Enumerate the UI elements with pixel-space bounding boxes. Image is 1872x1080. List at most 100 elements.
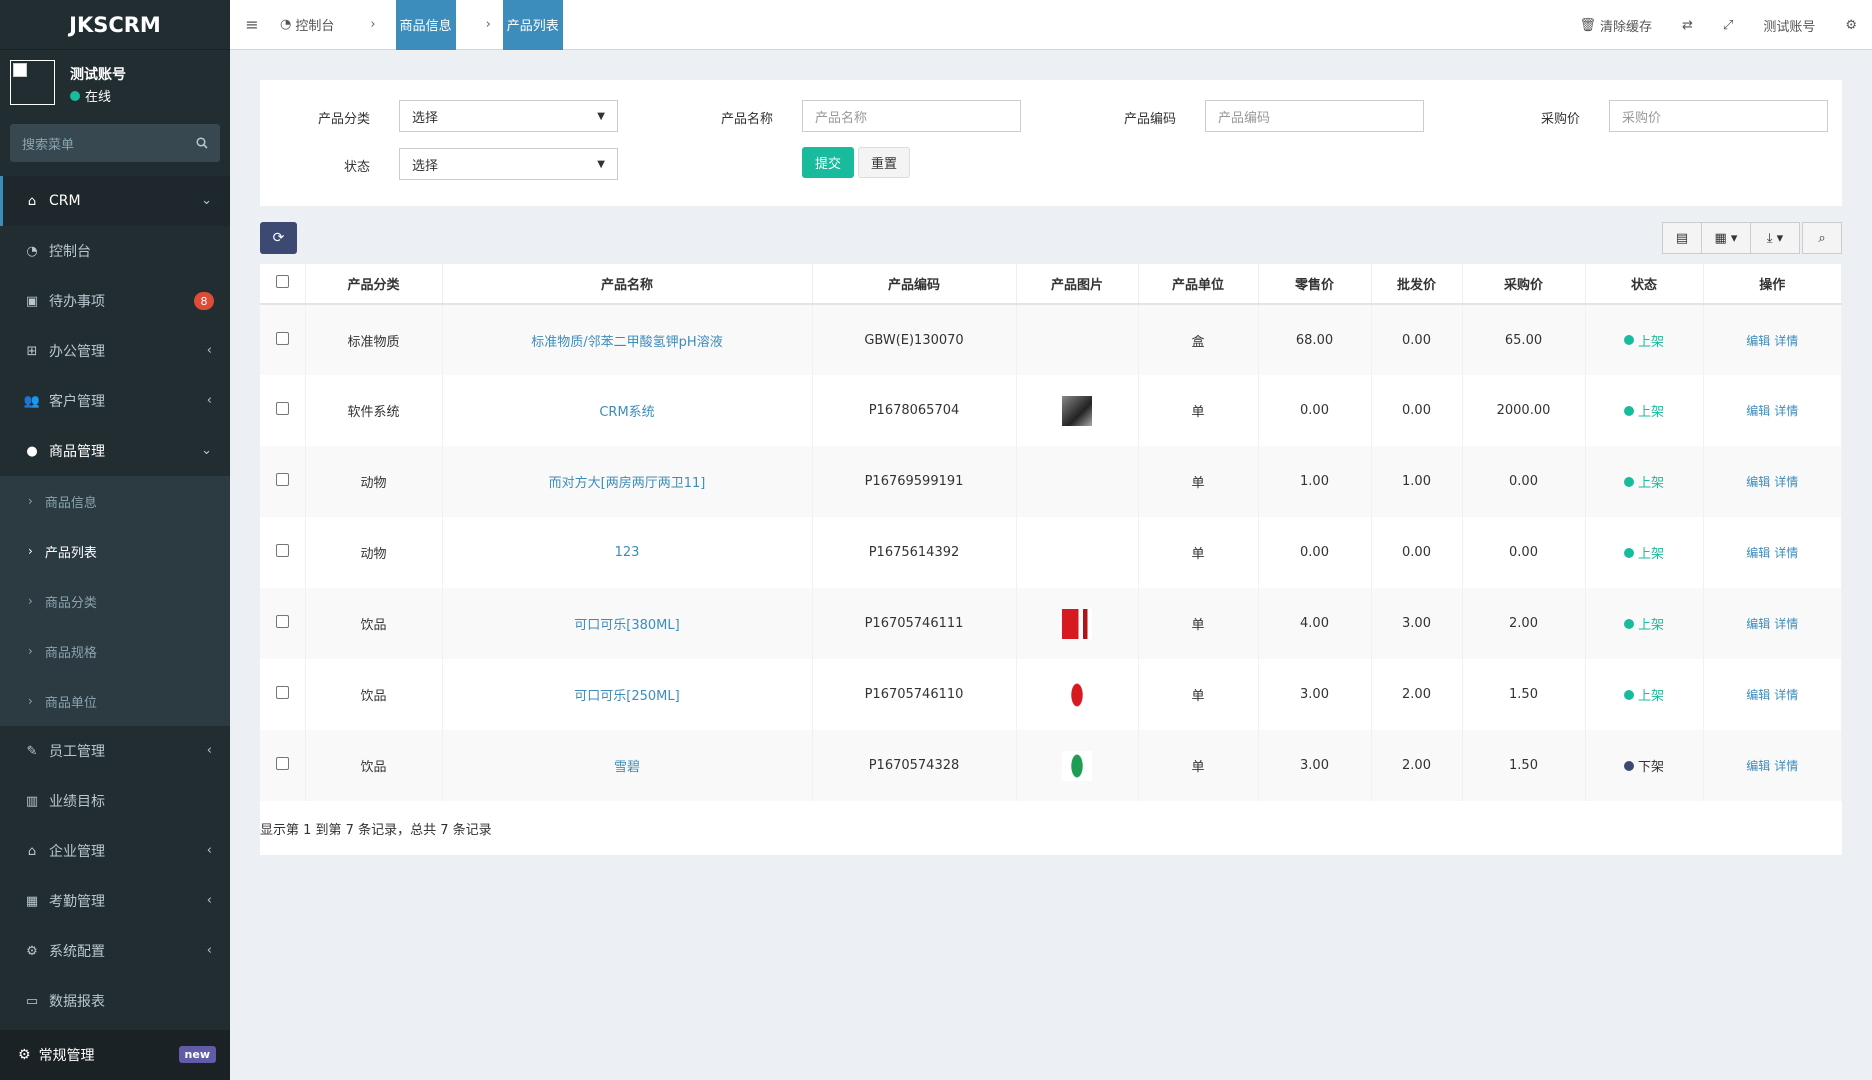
- sidebar-search-placeholder: 搜索菜单: [22, 137, 75, 153]
- sidebar-item-company[interactable]: ⌂ 企业管理 ‹: [0, 826, 230, 876]
- chevron-down-icon: ⌄: [201, 443, 212, 458]
- row-checkbox[interactable]: [275, 331, 289, 345]
- submit-button[interactable]: 提交: [802, 147, 854, 178]
- app-logo[interactable]: JKSCRM: [0, 0, 230, 50]
- cell-image: [1016, 375, 1139, 446]
- cell-status: 上架: [1585, 446, 1704, 517]
- col-header-unit[interactable]: 产品单位: [1138, 264, 1259, 305]
- sidebar-item-customers[interactable]: 👥 客户管理 ‹: [0, 376, 230, 426]
- edit-link[interactable]: 编辑: [1746, 475, 1770, 489]
- product-thumbnail[interactable]: [1062, 679, 1092, 710]
- cell-unit: 单: [1138, 730, 1259, 801]
- product-name-link[interactable]: 雪碧: [614, 760, 640, 775]
- cost-input[interactable]: 采购价: [1609, 100, 1828, 132]
- col-header-image[interactable]: 产品图片: [1016, 264, 1139, 305]
- row-checkbox[interactable]: [275, 615, 289, 628]
- product-thumbnail[interactable]: [1062, 395, 1092, 426]
- product-thumbnail[interactable]: [1062, 750, 1092, 781]
- edit-link[interactable]: 编辑: [1746, 334, 1770, 348]
- product-table: 产品分类 产品名称 产品编码 产品图片 产品单位 零售价 批发价 采购价 状态 …: [260, 264, 1842, 801]
- product-name-link[interactable]: 123: [615, 545, 640, 560]
- toggle-view-button[interactable]: ▤: [1662, 222, 1702, 254]
- tab-label: 产品列表: [506, 19, 559, 34]
- tab-dashboard[interactable]: ◔ 控制台 ›: [274, 0, 396, 50]
- detail-link[interactable]: 详情: [1774, 475, 1798, 489]
- col-header-status[interactable]: 状态: [1585, 264, 1704, 305]
- submenu-item-product-category[interactable]: › 商品分类: [0, 576, 230, 626]
- chevron-right-icon: ›: [370, 17, 376, 32]
- detail-link[interactable]: 详情: [1774, 688, 1798, 702]
- sidebar-item-todo[interactable]: ▣ 待办事项 8: [0, 276, 230, 326]
- edit-link[interactable]: 编辑: [1746, 688, 1770, 702]
- language-button[interactable]: ⇄: [1667, 18, 1708, 33]
- account-menu[interactable]: 测试账号: [1748, 16, 1830, 35]
- select-all-checkbox[interactable]: [275, 275, 289, 288]
- clear-cache-button[interactable]: 🗑 清除缓存: [1564, 16, 1667, 35]
- sidebar-item-reports[interactable]: ▭ 数据报表: [0, 976, 230, 1026]
- row-checkbox[interactable]: [275, 544, 289, 557]
- col-header-code[interactable]: 产品编码: [812, 264, 1017, 305]
- sidebar-item-products[interactable]: ● 商品管理 ⌄: [0, 426, 230, 476]
- user-name: 测试账号: [70, 67, 126, 83]
- edit-link[interactable]: 编辑: [1746, 404, 1770, 418]
- refresh-button[interactable]: ⟳: [260, 222, 297, 254]
- row-checkbox[interactable]: [275, 473, 289, 486]
- category-select[interactable]: 选择 ▼: [399, 100, 618, 132]
- detail-link[interactable]: 详情: [1774, 334, 1798, 348]
- menu-toggle-icon[interactable]: ≡: [230, 15, 274, 34]
- cell-name: CRM系统: [442, 375, 813, 446]
- columns-button[interactable]: ▦ ▾: [1701, 222, 1751, 254]
- product-name-link[interactable]: 标准物质/邻苯二甲酸氢钾pH溶液: [531, 335, 722, 350]
- cell-name: 而对方大[两房两厅两卫11]: [442, 446, 813, 517]
- row-checkbox-cell: [260, 588, 306, 659]
- edit-link[interactable]: 编辑: [1746, 759, 1770, 773]
- col-header-retail[interactable]: 零售价: [1258, 264, 1372, 305]
- submenu-item-product-spec[interactable]: › 商品规格: [0, 626, 230, 676]
- edit-link[interactable]: 编辑: [1746, 617, 1770, 631]
- sidebar-item-dashboard[interactable]: ◔ 控制台: [0, 226, 230, 276]
- reset-button[interactable]: 重置: [858, 147, 910, 178]
- product-name-link[interactable]: 可口可乐[380ML]: [574, 618, 679, 633]
- sidebar-item-targets[interactable]: ▥ 业绩目标: [0, 776, 230, 826]
- detail-link[interactable]: 详情: [1774, 404, 1798, 418]
- product-name-link[interactable]: 可口可乐[250ML]: [574, 689, 679, 704]
- submenu-label: 商品分类: [44, 595, 97, 611]
- status-select[interactable]: 选择 ▼: [399, 148, 618, 180]
- detail-link[interactable]: 详情: [1774, 759, 1798, 773]
- edit-link[interactable]: 编辑: [1746, 546, 1770, 560]
- status-text: 下架: [1637, 760, 1664, 775]
- settings-button[interactable]: ⚙: [1830, 18, 1872, 33]
- export-button[interactable]: ⤓ ▾: [1750, 222, 1800, 254]
- submenu-item-product-info[interactable]: › 商品信息: [0, 476, 230, 526]
- col-header-category[interactable]: 产品分类: [305, 264, 443, 305]
- product-name-link[interactable]: CRM系统: [599, 405, 654, 420]
- sidebar-item-attendance[interactable]: ▦ 考勤管理 ‹: [0, 876, 230, 926]
- tab-product-info[interactable]: 商品信息: [395, 0, 456, 50]
- col-header-cost[interactable]: 采购价: [1462, 264, 1586, 305]
- submenu-item-product-list[interactable]: › 产品列表: [0, 526, 230, 576]
- search-icon[interactable]: [196, 137, 208, 149]
- detail-link[interactable]: 详情: [1774, 546, 1798, 560]
- sidebar-item-crm[interactable]: ⌂ CRM ⌄: [0, 176, 230, 226]
- name-input[interactable]: 产品名称: [802, 100, 1021, 132]
- status-dot-icon: [1623, 476, 1634, 487]
- product-name-link[interactable]: 而对方大[两房两厅两卫11]: [549, 476, 706, 491]
- tab-product-list[interactable]: 产品列表: [502, 0, 563, 50]
- row-checkbox[interactable]: [275, 686, 289, 699]
- code-input[interactable]: 产品编码: [1205, 100, 1424, 132]
- search-button[interactable]: ⌕: [1802, 222, 1842, 254]
- col-header-wholesale[interactable]: 批发价: [1371, 264, 1463, 305]
- fullscreen-button[interactable]: ⤢: [1708, 18, 1748, 33]
- sidebar-search-input[interactable]: 搜索菜单: [10, 124, 220, 162]
- sidebar-item-staff[interactable]: ✎ 员工管理 ‹: [0, 726, 230, 776]
- submenu-item-product-unit[interactable]: › 商品单位: [0, 676, 230, 726]
- sidebar-item-label: 客户管理: [49, 394, 105, 410]
- sidebar-item-system[interactable]: ⚙ 系统配置 ‹: [0, 926, 230, 976]
- row-checkbox[interactable]: [275, 757, 289, 770]
- product-thumbnail[interactable]: [1062, 608, 1092, 639]
- col-header-name[interactable]: 产品名称: [442, 264, 813, 305]
- detail-link[interactable]: 详情: [1774, 617, 1798, 631]
- sidebar-item-office[interactable]: ⊞ 办公管理 ‹: [0, 326, 230, 376]
- sidebar-item-general[interactable]: ⚙ 常规管理 new: [0, 1030, 230, 1080]
- row-checkbox[interactable]: [275, 402, 289, 415]
